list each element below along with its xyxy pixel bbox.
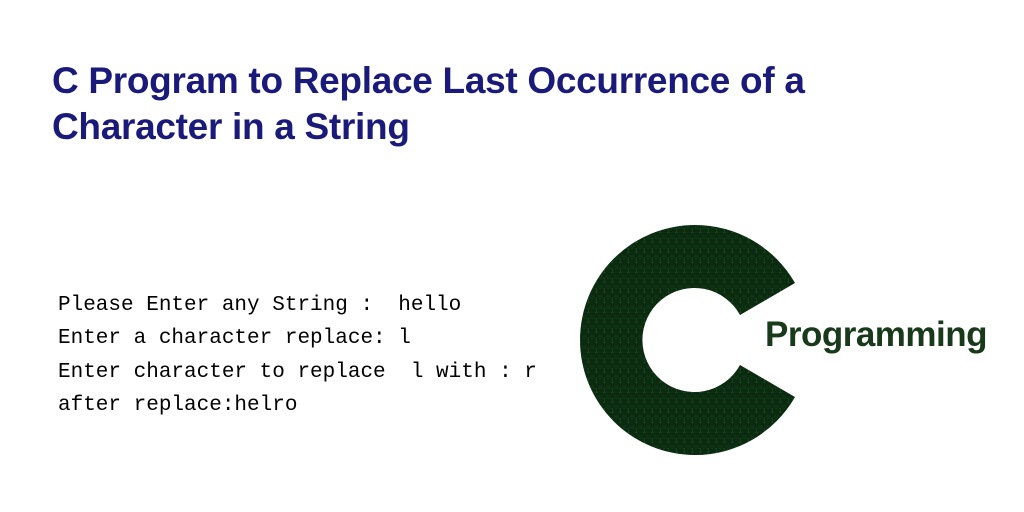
terminal-line-1: Please Enter any String : hello — [58, 294, 461, 317]
terminal-line-4: after replace:helro — [58, 394, 297, 417]
terminal-output: Please Enter any String : hello Enter a … — [58, 255, 537, 423]
terminal-line-2: Enter a character replace: l — [58, 327, 411, 350]
c-programming-logo: 1 0 Programming — [570, 215, 990, 465]
page-title: C Program to Replace Last Occurrence of … — [52, 58, 972, 151]
terminal-line-3: Enter character to replace l with : r — [58, 361, 537, 384]
logo-label: Programming — [765, 315, 987, 355]
